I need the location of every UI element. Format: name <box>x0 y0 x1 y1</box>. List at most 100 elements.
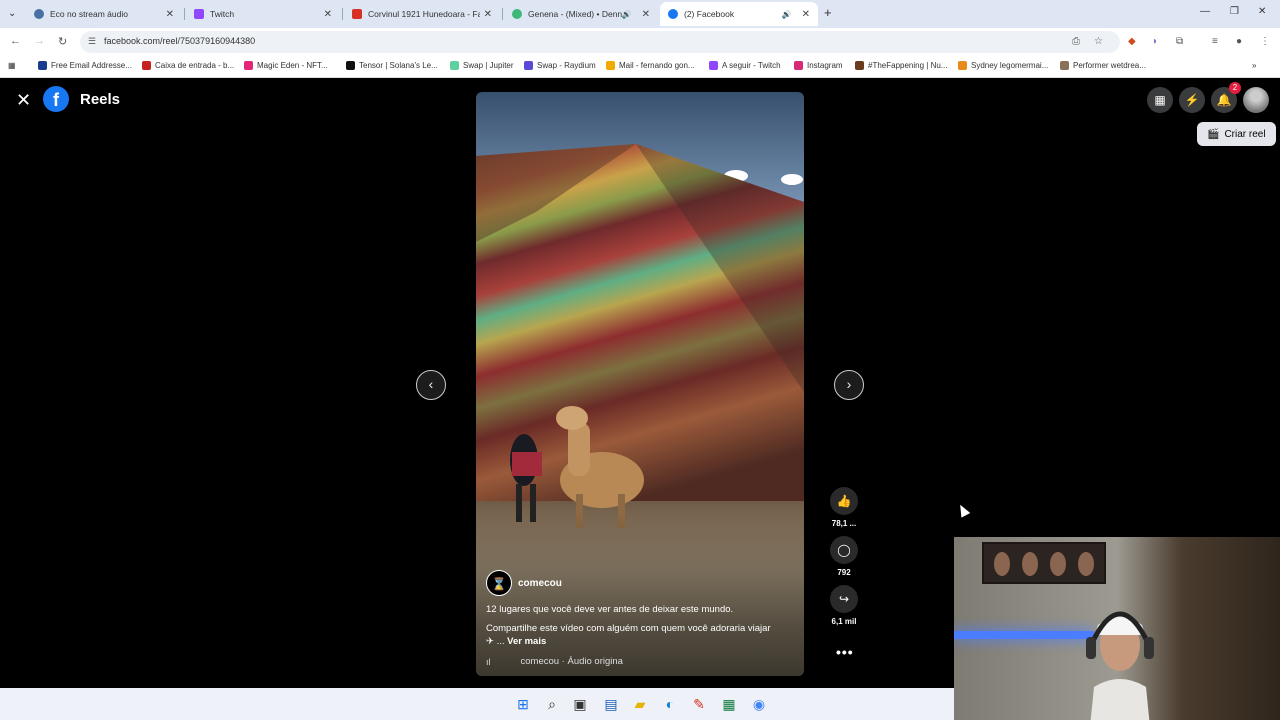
bookmark-label: Free Email Addresse... <box>51 61 132 70</box>
bookmark-label: Sydney legomermai... <box>971 61 1049 70</box>
bookmark-item[interactable]: Mail - fernando gon... <box>606 61 695 70</box>
tab-twitch[interactable]: Twitch ✕ <box>186 2 340 26</box>
eco-favicon-icon <box>34 9 44 19</box>
task-view-icon[interactable]: ▣ <box>571 695 589 713</box>
browser-tab-strip: ⌄ Eco no stream áudio ✕ Twitch ✕ Corvinu… <box>0 0 1280 28</box>
notification-badge: 2 <box>1229 82 1241 94</box>
streamer-image <box>1086 611 1154 720</box>
bookmark-item[interactable]: Swap | Jupiter <box>450 61 514 70</box>
reel-audio[interactable]: ıl comecou · Áudio origina <box>486 656 623 667</box>
speaker-icon[interactable]: 🔊 <box>622 10 632 19</box>
close-tab-icon[interactable]: ✕ <box>802 9 810 20</box>
restore-icon[interactable]: ❐ <box>1230 6 1239 17</box>
file-explorer-icon[interactable]: ▰ <box>631 695 649 713</box>
reload-icon[interactable]: ↻ <box>58 35 67 48</box>
previous-reel-button[interactable]: ‹ <box>416 370 446 400</box>
share-icon[interactable]: ↪ <box>830 585 858 613</box>
see-more-link[interactable]: Ver mais <box>507 636 546 647</box>
bookmark-label: Tensor | Solana's Le... <box>359 61 438 70</box>
reel-caption-body: Compartilhe este vídeo com alguém com qu… <box>486 623 771 647</box>
profile-icon[interactable]: ● <box>1236 36 1242 47</box>
forward-icon[interactable]: → <box>34 35 45 47</box>
author-avatar[interactable]: ⌛ <box>486 570 512 596</box>
metamask-extension-icon[interactable]: ◆ <box>1128 36 1136 47</box>
audio-label[interactable]: comecou · Áudio origina <box>521 656 623 667</box>
facebook-logo[interactable]: f <box>43 86 69 112</box>
minimize-icon[interactable]: — <box>1200 6 1210 17</box>
comment-action[interactable]: ◯ 792 <box>826 536 862 577</box>
messenger-icon[interactable]: ⚡ <box>1179 87 1205 113</box>
close-window-icon[interactable]: ✕ <box>1258 6 1266 17</box>
close-tab-icon[interactable]: ✕ <box>324 9 332 20</box>
search-icon[interactable]: ⌕ <box>543 695 561 713</box>
bookmark-item[interactable]: Sydney legomermai... <box>958 61 1048 70</box>
facebook-favicon-icon <box>668 9 678 19</box>
address-bar[interactable]: ☰ facebook.com/reel/750379160944380 <box>80 31 1120 53</box>
bookmark-item[interactable]: Performer wetdrea... <box>1060 61 1146 70</box>
page-title: Reels <box>80 91 121 108</box>
comment-icon[interactable]: ◯ <box>830 536 858 564</box>
phantom-extension-icon[interactable]: ◗ <box>1152 36 1158 47</box>
close-tab-icon[interactable]: ✕ <box>166 9 174 20</box>
share-count: 6,1 mil <box>831 617 857 626</box>
framed-face <box>1050 552 1066 576</box>
like-icon[interactable]: 👍 <box>830 487 858 515</box>
bookmark-item[interactable]: #TheFappening | Nu... <box>855 61 947 70</box>
edge-icon[interactable]: ◐ <box>661 695 679 713</box>
bookmark-label: Mail - fernando gon... <box>619 61 695 70</box>
tab-divider <box>342 8 343 20</box>
bookmark-favicon-icon <box>1060 61 1069 70</box>
close-icon[interactable]: ✕ <box>16 90 31 111</box>
tab-eco[interactable]: Eco no stream áudio ✕ <box>26 2 182 26</box>
author-name[interactable]: comecou <box>518 578 562 589</box>
bookmark-item[interactable]: A seguir - Twitch <box>709 61 781 70</box>
bookmark-item[interactable]: Magic Eden - NFT... <box>244 61 328 70</box>
windows-start-icon[interactable]: ⊞ <box>514 695 532 713</box>
more-options-icon[interactable]: ••• <box>836 644 854 660</box>
reel-author[interactable]: ⌛ comecou <box>486 570 562 596</box>
speaker-icon[interactable]: 🔊 <box>782 10 792 19</box>
more-bookmarks-icon[interactable]: » <box>1252 61 1256 70</box>
bookmark-item[interactable]: Free Email Addresse... <box>38 61 132 70</box>
bookmark-item[interactable]: Tensor | Solana's Le... <box>346 61 438 70</box>
tab-title: (2) Facebook <box>684 9 735 19</box>
avatar[interactable] <box>1243 87 1269 113</box>
bookmark-star-icon[interactable]: ☆ <box>1094 36 1103 47</box>
tab-facebook[interactable]: (2) Facebook 🔊 ✕ <box>660 2 818 26</box>
reel-video[interactable]: ⌛ comecou 12 lugares que você deve ver a… <box>476 92 804 676</box>
like-action[interactable]: 👍 78,1 ... <box>826 487 862 528</box>
bookmark-item[interactable]: Caixa de entrada - b... <box>142 61 234 70</box>
widgets-icon[interactable]: ▤ <box>602 695 620 713</box>
bookmark-favicon-icon <box>38 61 47 70</box>
excel-icon[interactable]: ▦ <box>720 695 738 713</box>
share-action[interactable]: ↪ 6,1 mil <box>826 585 862 626</box>
bookmark-label: Swap | Jupiter <box>463 61 514 70</box>
framed-face <box>1022 552 1038 576</box>
tab-search-icon[interactable]: ⌄ <box>8 8 16 19</box>
chrome-icon[interactable]: ◉ <box>750 695 768 713</box>
close-tab-icon[interactable]: ✕ <box>642 9 650 20</box>
menu-grid-icon[interactable]: ▦ <box>1147 87 1173 113</box>
close-tab-icon[interactable]: ✕ <box>484 9 492 20</box>
bookmark-favicon-icon <box>855 61 864 70</box>
media-controls-icon[interactable]: ≡ <box>1212 36 1218 47</box>
browser-menu-icon[interactable]: ⋮ <box>1260 36 1270 47</box>
install-app-icon[interactable]: ⎙ <box>1072 36 1080 47</box>
back-icon[interactable]: ← <box>10 35 21 47</box>
comment-count: 792 <box>837 568 851 577</box>
app-icon[interactable]: ✎ <box>690 695 708 713</box>
tab-corvinul[interactable]: Corvinul 1921 Hunedoara - Far ✕ <box>344 2 500 26</box>
site-info-icon[interactable]: ☰ <box>88 36 96 47</box>
bookmark-item[interactable]: Swap - Raydium <box>524 61 596 70</box>
url-text[interactable]: facebook.com/reel/750379160944380 <box>104 36 255 46</box>
apps-grid-icon[interactable]: ▦ <box>8 61 16 70</box>
bookmark-favicon-icon <box>794 61 803 70</box>
tab-genena[interactable]: Genena - (Mixed) • Denney 🔊 ✕ <box>504 2 658 26</box>
neon-light <box>954 631 1094 639</box>
create-reel-button[interactable]: 🎬 Criar reel <box>1197 122 1276 146</box>
bookmark-item[interactable]: Instagram <box>794 61 843 70</box>
bookmark-label: A seguir - Twitch <box>722 61 781 70</box>
new-tab-icon[interactable]: + <box>824 5 832 20</box>
extensions-icon[interactable]: ⧉ <box>1176 36 1183 47</box>
next-reel-button[interactable]: › <box>834 370 864 400</box>
